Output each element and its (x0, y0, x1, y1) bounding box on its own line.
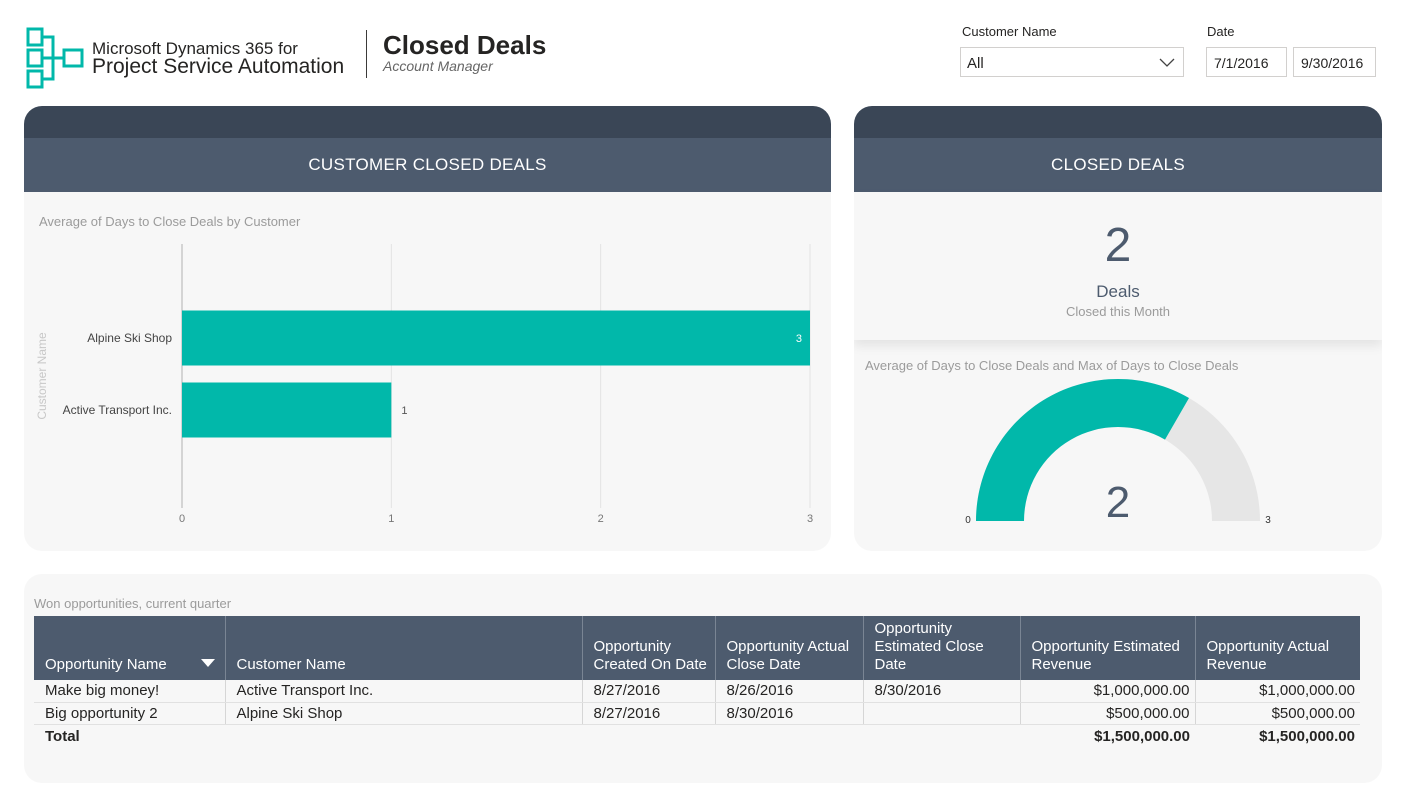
table-total-row: Total $1,500,000.00 $1,500,000.00 (34, 724, 1360, 746)
bar (182, 382, 392, 438)
page-subtitle: Account Manager (383, 58, 493, 74)
customer-filter-value: All (967, 55, 984, 72)
sort-descending-icon[interactable] (200, 659, 215, 667)
column-header-customer-name[interactable]: Customer Name (225, 616, 583, 680)
header-divider (366, 30, 367, 78)
x-tick-label: 1 (388, 513, 394, 525)
column-header-opportunity-name[interactable]: Opportunity Name (34, 616, 226, 680)
bar-chart-title: Average of Days to Close Deals by Custom… (39, 214, 301, 229)
cell-estimated-close (863, 702, 1021, 725)
column-header-estimated-close[interactable]: Opportunity Estimated Close Date (863, 616, 1021, 680)
days-to-close-bar-chart[interactable]: 0 1 2 3 Customer Name Alpine Ski Shop 3 Active … (24, 236, 831, 536)
cell-estimated-close: 8/30/2016 (863, 680, 1021, 703)
table-title: Won opportunities, current quarter (34, 596, 232, 611)
won-opportunities-card: Won opportunities, current quarter Oppor… (24, 574, 1382, 783)
column-header-actual-revenue[interactable]: Opportunity Actual Revenue (1195, 616, 1360, 680)
y-category-label: Alpine Ski Shop (87, 331, 172, 345)
x-tick-label: 2 (598, 513, 604, 525)
y-category-label: Active Transport Inc. (63, 403, 172, 417)
cell-created-on: 8/27/2016 (582, 702, 716, 725)
cell-estimated-revenue: $500,000.00 (1020, 702, 1196, 725)
kpi-unit: Deals (1096, 282, 1140, 301)
cell-customer-name: Active Transport Inc. (225, 680, 583, 703)
total-estimated-revenue: $1,500,000.00 (1094, 727, 1190, 745)
days-to-close-gauge[interactable]: 2 0 3 (854, 376, 1382, 536)
cell-actual-close: 8/30/2016 (715, 702, 864, 725)
empty-cell (863, 724, 1020, 746)
customer-closed-deals-card: CUSTOMER CLOSED DEALS Average of Days to… (24, 106, 831, 551)
won-opportunities-table: Opportunity Name Customer Name Opportuni… (34, 616, 1360, 746)
column-header-label: Opportunity Name (45, 656, 167, 673)
brand-line-2: Project Service Automation (92, 55, 345, 78)
column-header-actual-close[interactable]: Opportunity Actual Close Date (715, 616, 864, 680)
empty-cell (225, 724, 582, 746)
customer-filter-label: Customer Name (962, 24, 1057, 39)
closed-deals-card: CLOSED DEALS 2 Deals Closed this Month A… (854, 106, 1382, 551)
kpi-caption: Closed this Month (1065, 304, 1171, 319)
cell-estimated-revenue: $1,000,000.00 (1020, 680, 1196, 703)
total-label: Total (45, 727, 80, 745)
cell-actual-close: 8/26/2016 (715, 680, 864, 703)
column-header-estimated-revenue[interactable]: Opportunity Estimated Revenue (1020, 616, 1196, 680)
gauge-fill (976, 379, 1189, 521)
empty-cell (582, 724, 715, 746)
date-end-input[interactable]: 9/30/2016 (1293, 47, 1376, 77)
total-actual-revenue: $1,500,000.00 (1259, 727, 1355, 745)
table-header-row: Opportunity Name Customer Name Opportuni… (34, 616, 1360, 680)
kpi-card[interactable]: 2 Deals Closed this Month (854, 192, 1382, 340)
x-tick-label: 3 (807, 513, 813, 525)
customer-filter-dropdown[interactable]: All (960, 47, 1184, 77)
gauge-min-label: 0 (965, 515, 971, 526)
gauge-max-label: 3 (1265, 515, 1271, 526)
card-header: CLOSED DEALS (854, 106, 1382, 192)
y-axis-title: Customer Name (35, 332, 49, 420)
chevron-down-icon (1159, 58, 1175, 67)
gauge-title: Average of Days to Close Deals and Max o… (865, 358, 1239, 373)
cell-opportunity-name: Big opportunity 2 (34, 702, 226, 725)
gauge-value: 2 (1106, 478, 1130, 527)
column-header-created-on[interactable]: Opportunity Created On Date (582, 616, 716, 680)
card-header: CUSTOMER CLOSED DEALS (24, 106, 831, 192)
dynamics-logo-icon (26, 27, 84, 89)
kpi-value: 2 (1104, 219, 1132, 272)
customer-closed-deals-header: CUSTOMER CLOSED DEALS (24, 138, 831, 192)
empty-cell (715, 724, 863, 746)
closed-deals-header: CLOSED DEALS (854, 138, 1382, 192)
table-row[interactable]: Make big money! Active Transport Inc. 8/… (34, 680, 1360, 703)
cell-opportunity-name: Make big money! (34, 680, 226, 703)
page-title: Closed Deals (383, 30, 547, 60)
bar (182, 310, 810, 366)
cell-customer-name: Alpine Ski Shop (225, 702, 583, 725)
data-label: 1 (401, 405, 407, 417)
cell-actual-revenue: $1,000,000.00 (1195, 680, 1360, 703)
date-filter-label: Date (1207, 24, 1235, 39)
date-start-input[interactable]: 7/1/2016 (1206, 47, 1287, 77)
cell-actual-revenue: $500,000.00 (1195, 702, 1360, 725)
x-tick-label: 0 (179, 513, 185, 525)
cell-created-on: 8/27/2016 (582, 680, 716, 703)
table-row[interactable]: Big opportunity 2 Alpine Ski Shop 8/27/2… (34, 702, 1360, 725)
data-label: 3 (796, 333, 802, 345)
